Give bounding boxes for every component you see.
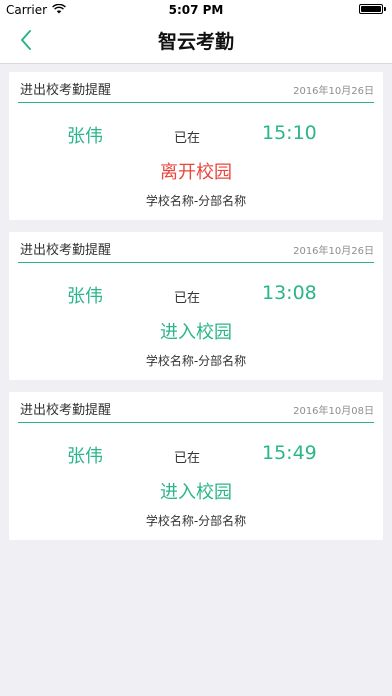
card-date: 2016年10月08日 <box>293 406 374 417</box>
record-status: 进入校园 <box>160 322 232 343</box>
card-title: 进出校考勤提醒 <box>20 243 112 258</box>
card-date: 2016年10月26日 <box>293 86 374 97</box>
record-status: 进入校园 <box>160 482 232 503</box>
attendance-card[interactable]: 进出校考勤提醒 2016年10月26日 张伟 已在 13:08 进入校园 学校名… <box>9 232 383 380</box>
connector-text: 已在 <box>174 131 201 146</box>
card-date: 2016年10月26日 <box>293 246 374 257</box>
record-time: 15:49 <box>262 442 317 464</box>
student-name: 张伟 <box>67 446 103 467</box>
record-status: 离开校园 <box>160 162 232 183</box>
card-header: 进出校考勤提醒 2016年10月08日 <box>18 392 374 423</box>
school-name: 学校名称-分部名称 <box>145 514 247 528</box>
nav-bar: 智云考勤 <box>0 20 392 64</box>
battery-group <box>359 4 386 14</box>
attendance-card[interactable]: 进出校考勤提醒 2016年10月08日 张伟 已在 15:49 进入校园 学校名… <box>9 392 383 540</box>
school-name: 学校名称-分部名称 <box>145 194 247 208</box>
battery-cap <box>384 7 386 11</box>
card-title: 进出校考勤提醒 <box>20 83 112 98</box>
page-title: 智云考勤 <box>157 31 234 53</box>
record-time: 13:08 <box>262 282 317 304</box>
battery-icon <box>359 4 383 14</box>
school-name: 学校名称-分部名称 <box>145 354 247 368</box>
connector-text: 已在 <box>174 291 201 306</box>
card-header: 进出校考勤提醒 2016年10月26日 <box>18 72 374 103</box>
student-name: 张伟 <box>67 286 103 307</box>
status-bar: Carrier 5:07 PM <box>0 0 392 20</box>
record-time: 15:10 <box>262 122 317 144</box>
card-header: 进出校考勤提醒 2016年10月26日 <box>18 232 374 263</box>
battery-fill <box>361 6 381 12</box>
student-name: 张伟 <box>67 126 103 147</box>
attendance-list: 进出校考勤提醒 2016年10月26日 张伟 已在 15:10 离开校园 学校名… <box>9 72 383 552</box>
card-title: 进出校考勤提醒 <box>20 403 112 418</box>
status-time: 5:07 PM <box>168 3 224 17</box>
attendance-card[interactable]: 进出校考勤提醒 2016年10月26日 张伟 已在 15:10 离开校园 学校名… <box>9 72 383 220</box>
connector-text: 已在 <box>174 451 201 466</box>
